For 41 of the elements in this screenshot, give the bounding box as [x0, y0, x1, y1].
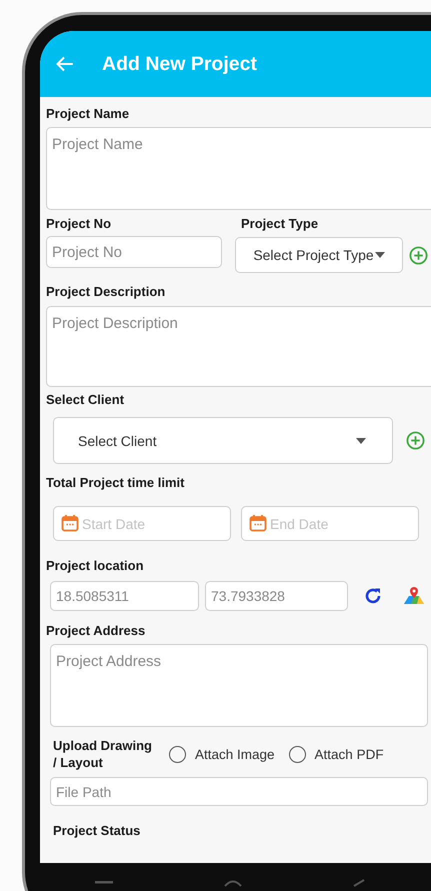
file-path-field[interactable]: File Path [50, 777, 428, 806]
field-label: Project location [46, 558, 145, 573]
back-arrow-icon[interactable] [56, 56, 74, 72]
add-circle-icon [406, 432, 424, 450]
radio-button[interactable] [288, 746, 306, 762]
field-label: Project No [46, 216, 112, 231]
field-label: Total Project time limit [46, 475, 186, 490]
start-date-field[interactable]: Start Date [53, 506, 231, 541]
field-label: Project Status [53, 823, 142, 838]
radio-option[interactable]: Attach Image [169, 746, 275, 762]
field-label: Project Name [46, 106, 130, 121]
field-label: Select Client [46, 392, 126, 407]
longitude-field[interactable]: 73.7933828 [205, 581, 348, 611]
calendar-icon [61, 514, 79, 532]
add-circle-icon [410, 246, 428, 264]
dropdown-caret-icon [374, 252, 385, 258]
project-address-field[interactable]: Project Address [50, 644, 428, 727]
radio-button[interactable] [169, 746, 186, 762]
latitude-field[interactable]: 18.5085311 [50, 581, 199, 611]
project-type-dropdown[interactable]: Select Project Type [235, 237, 403, 273]
project-name-field[interactable]: Project Name [46, 127, 431, 210]
project-no-field[interactable]: Project No [46, 236, 222, 268]
field-label: Upload Drawing / Layout [53, 737, 153, 771]
field-label: Project Address [46, 623, 146, 638]
end-date-field[interactable]: End Date [241, 506, 419, 541]
recent-apps-icon[interactable] [95, 881, 114, 885]
map-pin-icon [404, 587, 424, 604]
add-circle-icon[interactable] [409, 246, 428, 264]
add-circle-icon[interactable] [406, 431, 425, 450]
screen-title: Add New Project [102, 52, 257, 76]
calendar-icon [249, 514, 267, 532]
map-pin-icon[interactable] [403, 585, 425, 607]
field-label: Project Description [46, 284, 166, 299]
radio-option[interactable]: Attach PDF [288, 746, 384, 762]
home-icon[interactable] [224, 879, 242, 887]
refresh-icon[interactable] [364, 587, 382, 605]
project-description-field[interactable]: Project Description [46, 306, 431, 387]
field-label: Project Type [240, 216, 320, 231]
dropdown-caret-icon [356, 438, 366, 444]
client-dropdown[interactable]: Select Client [53, 417, 393, 464]
back-icon[interactable] [352, 879, 365, 887]
